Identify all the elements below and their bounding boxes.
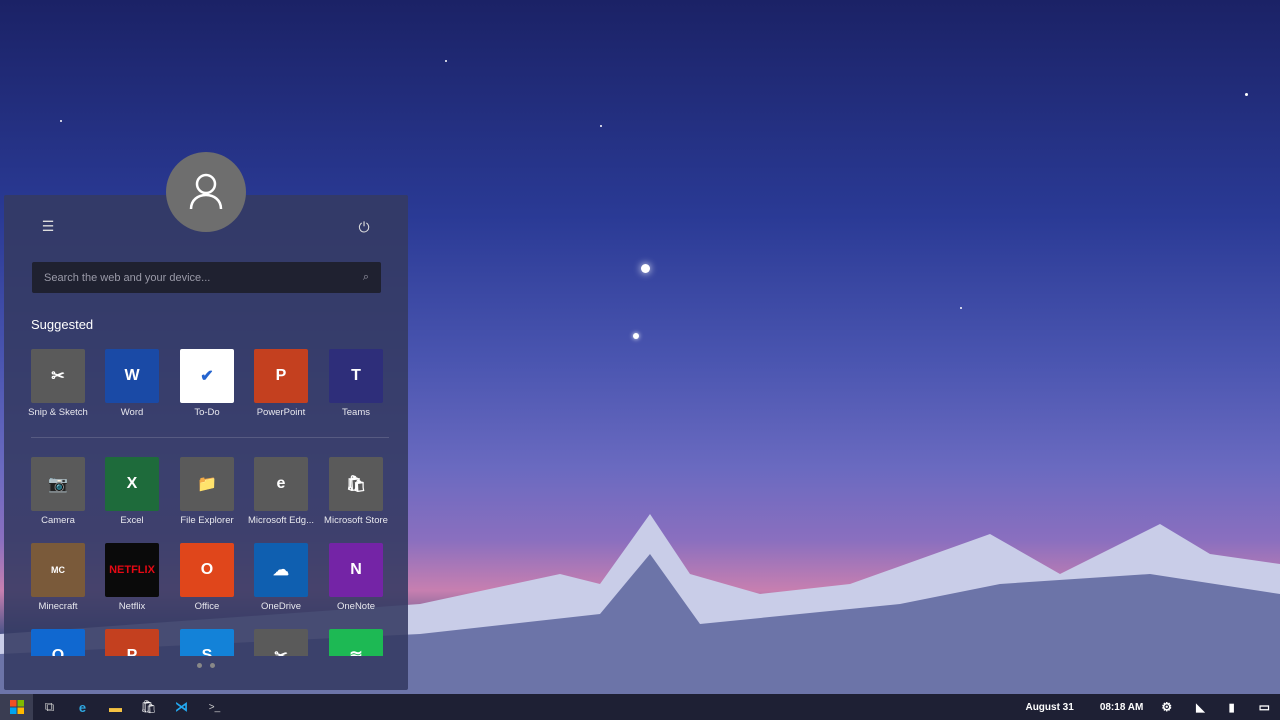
app-tile[interactable]: S xyxy=(180,629,234,656)
app-icon: X xyxy=(105,457,159,511)
app-icon: ☁ xyxy=(254,543,308,597)
app-icon: N xyxy=(329,543,383,597)
app-icon: 📷 xyxy=(31,457,85,511)
app-icon: 📁 xyxy=(180,457,234,511)
app-tile[interactable]: N OneNote xyxy=(329,543,383,612)
app-icon: ≋ xyxy=(329,629,383,656)
windows-logo-icon xyxy=(9,700,24,714)
notifications-icon[interactable]: ▭ xyxy=(1259,700,1270,714)
user-icon xyxy=(189,173,223,210)
app-icon: S xyxy=(180,629,234,656)
app-tile[interactable]: ✂ Snip & Sketch xyxy=(28,349,88,418)
user-avatar[interactable] xyxy=(166,152,246,232)
app-icon: P xyxy=(254,349,308,403)
app-tile[interactable]: W Word xyxy=(105,349,159,418)
start-button[interactable] xyxy=(0,694,33,720)
app-icon: T xyxy=(329,349,383,403)
app-label: Microsoft Store xyxy=(324,515,388,526)
date[interactable]: August 31 xyxy=(1025,702,1073,713)
app-icon: O xyxy=(180,543,234,597)
app-tile[interactable]: 📁 File Explorer xyxy=(180,457,234,526)
app-tile[interactable]: ≋ xyxy=(329,629,383,656)
app-icon: 🛍 xyxy=(329,457,383,511)
all-apps-list-icon[interactable]: ☰ xyxy=(36,214,60,238)
app-tile[interactable]: e Microsoft Edg... xyxy=(248,457,314,526)
settings-icon[interactable]: ⚙ xyxy=(1161,700,1172,714)
app-tile[interactable]: P xyxy=(105,629,159,656)
app-tile[interactable]: ✂ xyxy=(254,629,308,656)
terminal-icon[interactable]: >_ xyxy=(198,694,231,720)
app-tile[interactable]: NETFLIX Netflix xyxy=(105,543,159,612)
app-icon: P xyxy=(105,629,159,656)
store-icon[interactable]: 🛍 xyxy=(132,694,165,720)
vscode-icon[interactable]: ⋊ xyxy=(165,694,198,720)
file-explorer-icon[interactable]: ▬ xyxy=(99,694,132,720)
app-icon: MC xyxy=(31,543,85,597)
app-icon: ✂ xyxy=(31,349,85,403)
search-input[interactable]: Search the web and your device... ⌕ xyxy=(32,262,381,293)
power-icon[interactable]: ⏻ xyxy=(352,215,376,239)
app-icon: ✔ xyxy=(180,349,234,403)
app-label: Teams xyxy=(342,407,370,418)
clock[interactable]: 08:18 AM xyxy=(1100,702,1144,713)
search-placeholder: Search the web and your device... xyxy=(44,271,211,284)
divider xyxy=(31,437,389,438)
app-tile[interactable]: ☁ OneDrive xyxy=(254,543,308,612)
partial-tile-row: OPS ✂ ≋ xyxy=(0,629,410,656)
task-view-icon[interactable]: ⧉ xyxy=(33,694,66,720)
app-tile[interactable]: 📷 Camera xyxy=(31,457,85,526)
search-icon: ⌕ xyxy=(362,271,369,283)
app-tile[interactable]: O Office xyxy=(180,543,234,612)
app-tile[interactable]: 🛍 Microsoft Store xyxy=(324,457,388,526)
app-tile[interactable]: O xyxy=(31,629,85,656)
app-label: OneNote xyxy=(336,601,376,612)
app-icon: W xyxy=(105,349,159,403)
app-tile[interactable]: T Teams xyxy=(329,349,383,418)
app-icon: NETFLIX xyxy=(105,543,159,597)
app-tile[interactable]: MC Minecraft xyxy=(31,543,85,612)
taskbar: ⧉ e ▬ 🛍 ⋊ >_ August 31 08:18 AM ⚙ ◣ ▮ ▭ xyxy=(0,694,1280,720)
suggested-heading: Suggested xyxy=(31,317,94,332)
app-tile[interactable]: P PowerPoint xyxy=(254,349,308,418)
app-tile[interactable]: ✔ To-Do xyxy=(180,349,234,418)
battery-icon[interactable]: ▮ xyxy=(1229,701,1235,714)
network-icon[interactable]: ◣ xyxy=(1196,701,1204,714)
page-indicator[interactable] xyxy=(197,663,215,668)
app-tile[interactable]: X Excel xyxy=(105,457,159,526)
app-icon: e xyxy=(254,457,308,511)
app-icon: O xyxy=(31,629,85,656)
edge-dev-icon[interactable]: e xyxy=(66,694,99,720)
app-icon: ✂ xyxy=(254,629,308,656)
